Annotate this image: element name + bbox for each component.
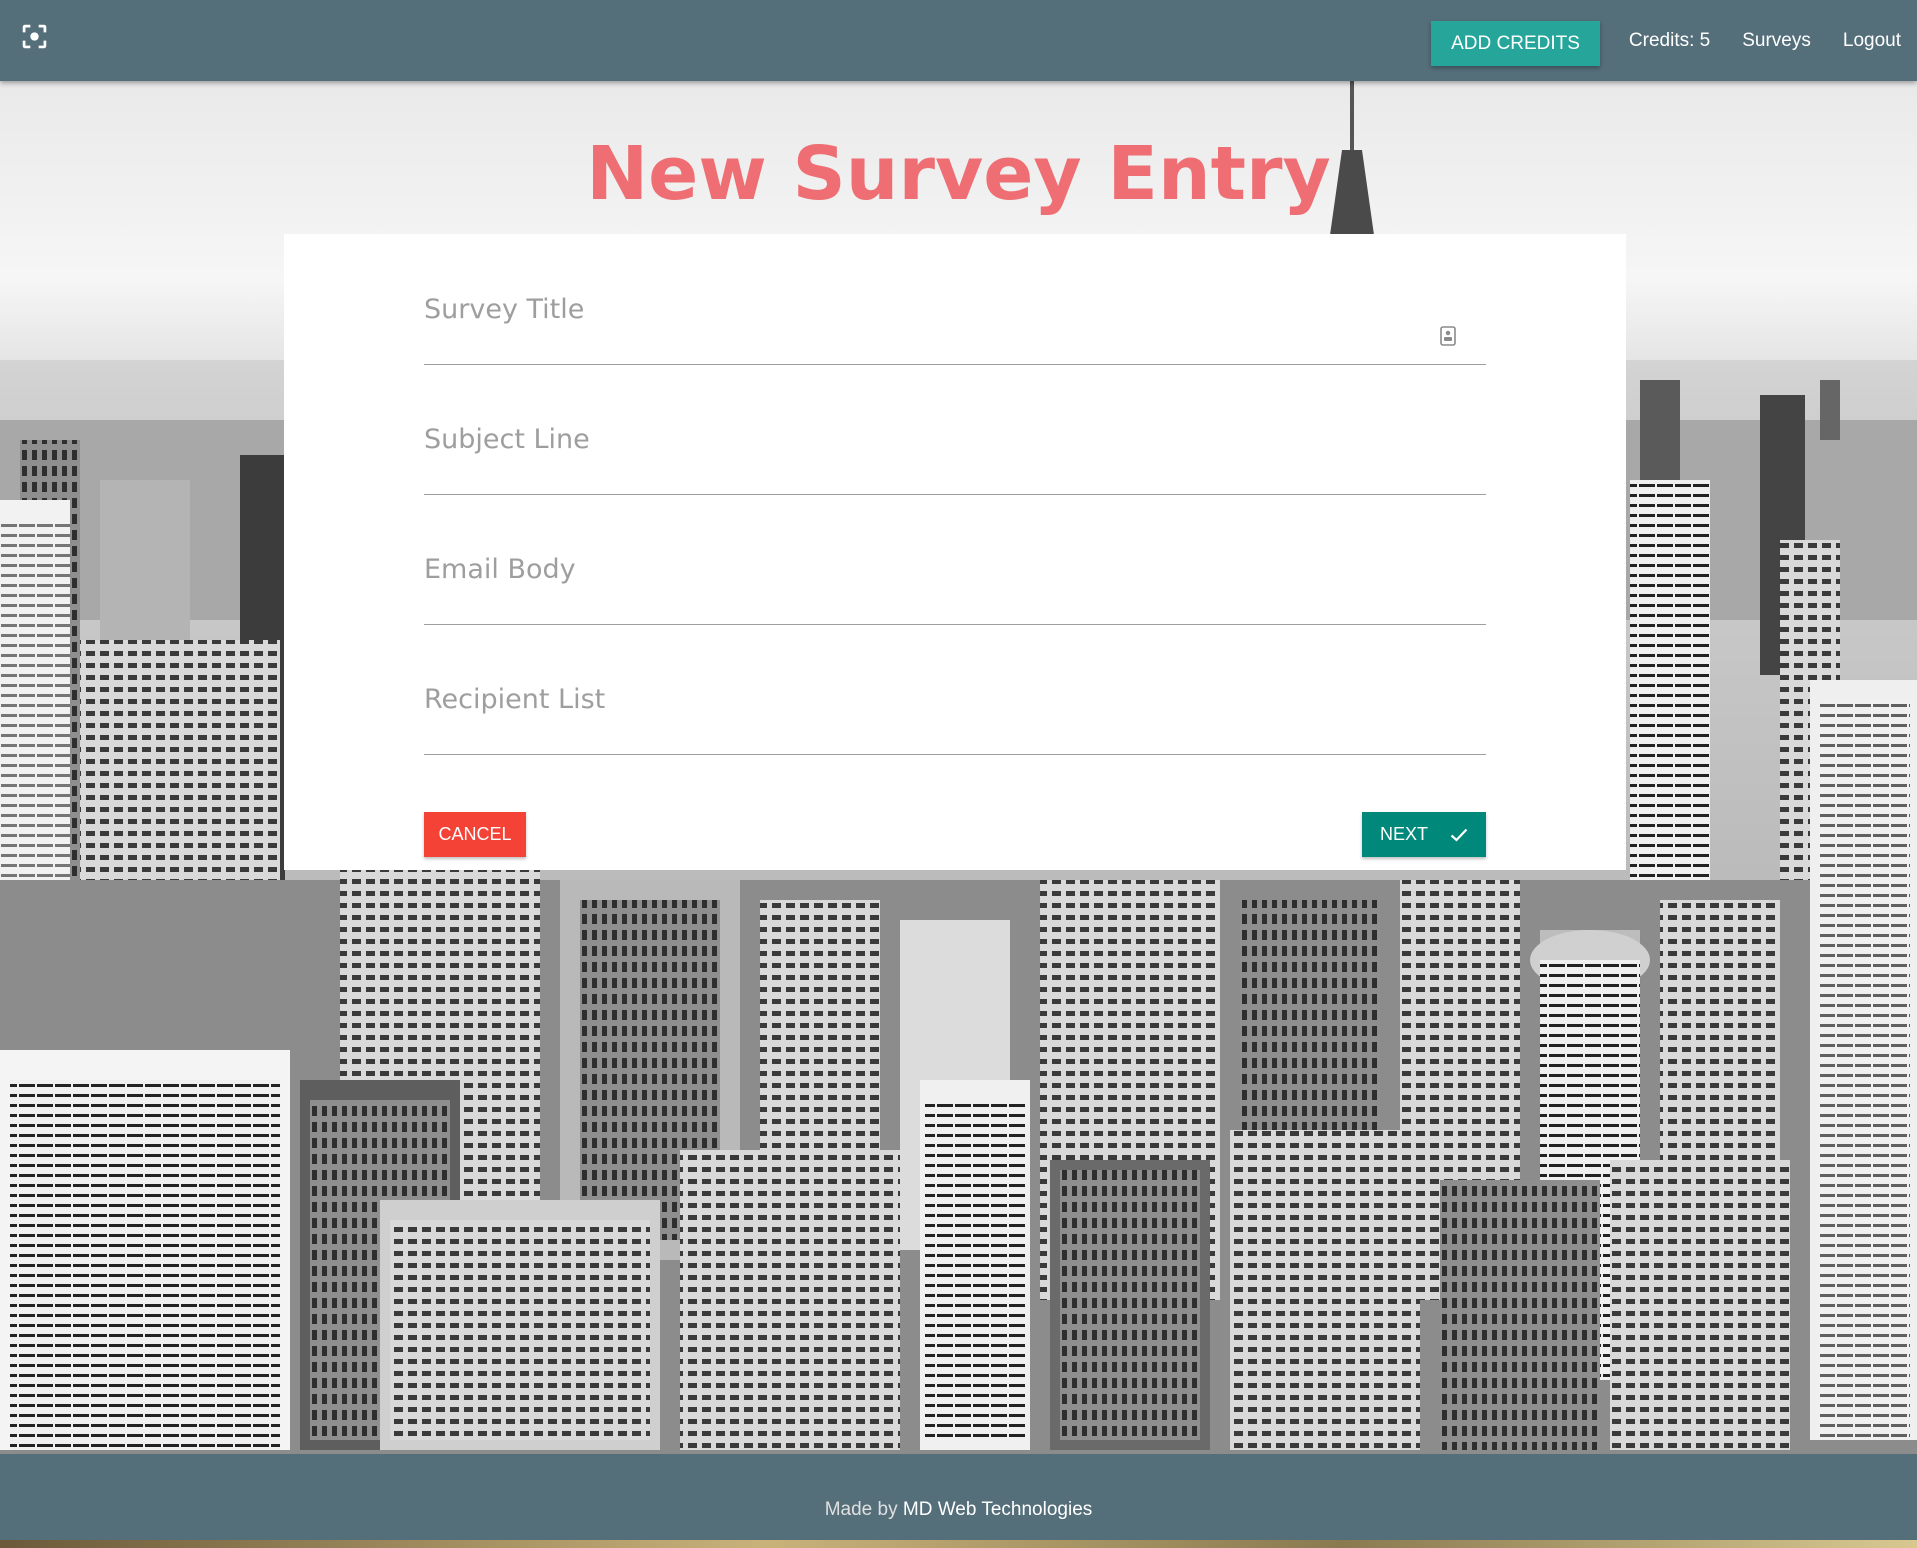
survey-title-label: Survey Title xyxy=(424,294,585,325)
logout-link[interactable]: Logout xyxy=(1827,0,1917,81)
cancel-button-label: CANCEL xyxy=(438,824,512,844)
survey-title-input[interactable] xyxy=(424,322,1428,364)
next-button-label: NEXT xyxy=(1379,824,1428,844)
subject-line-input[interactable] xyxy=(424,452,1428,494)
survey-form-card: Survey Title Subject Line Email Body Rec… xyxy=(284,234,1626,870)
page-title: New Survey Entry xyxy=(586,131,1331,217)
email-body-field: Email Body xyxy=(424,494,1486,625)
recipient-list-field: Recipient List xyxy=(424,624,1486,755)
surveys-link[interactable]: Surveys xyxy=(1726,0,1827,81)
subject-line-label: Subject Line xyxy=(424,424,590,455)
cancel-button[interactable]: CANCEL xyxy=(424,812,526,857)
email-body-label: Email Body xyxy=(424,554,576,585)
bottom-strip xyxy=(0,1540,1917,1548)
add-credits-button[interactable]: ADD CREDITS xyxy=(1431,21,1600,66)
email-body-input[interactable] xyxy=(424,582,1428,624)
footer-prefix: Made by xyxy=(824,1499,898,1520)
top-navbar: ADD CREDITS Credits: 5 Surveys Logout xyxy=(0,0,1917,81)
recipient-list-label: Recipient List xyxy=(424,684,606,715)
nav-right-group: ADD CREDITS Credits: 5 Surveys Logout xyxy=(1431,0,1917,81)
survey-title-field: Survey Title xyxy=(424,234,1486,365)
footer: Made by MD Web Technologies xyxy=(0,1454,1917,1540)
subject-line-field: Subject Line xyxy=(424,364,1486,495)
recipient-list-input[interactable] xyxy=(424,712,1428,754)
autofill-contact-icon[interactable] xyxy=(1440,326,1456,346)
credits-count: Credits: 5 xyxy=(1628,30,1711,51)
check-icon xyxy=(1450,828,1468,842)
next-button[interactable]: NEXT xyxy=(1362,812,1486,857)
footer-author: MD Web Technologies xyxy=(902,1499,1093,1520)
focus-scan-icon[interactable] xyxy=(22,24,47,49)
page: ADD CREDITS Credits: 5 Surveys Logout Ne… xyxy=(0,0,1917,1548)
